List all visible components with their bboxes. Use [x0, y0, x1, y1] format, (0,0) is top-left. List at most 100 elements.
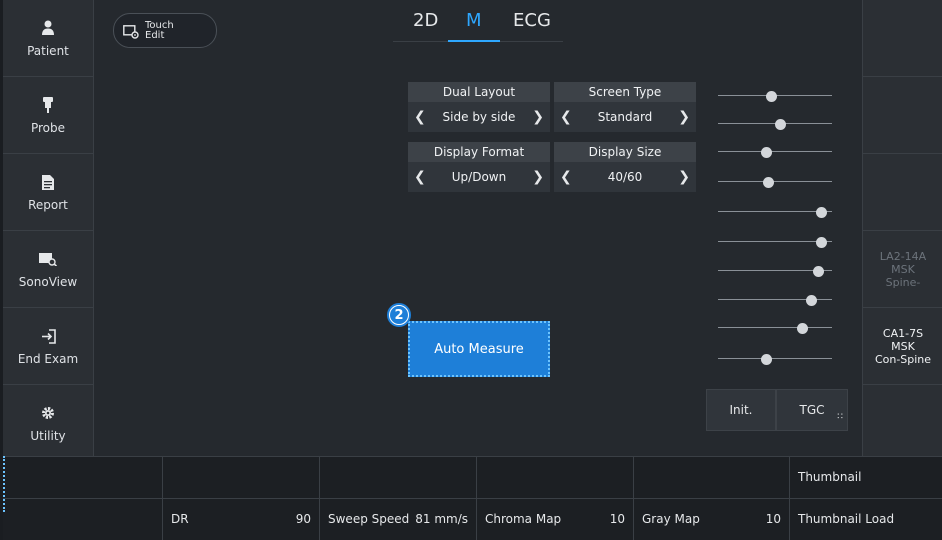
display-size-prev-button[interactable]: ❮ [560, 162, 572, 192]
init-button[interactable]: Init. [706, 389, 776, 431]
probe-preset-la2-14a[interactable]: LA2-14A MSK Spine- [863, 231, 942, 308]
exit-icon [38, 326, 58, 346]
sidebar-item-label: Patient [27, 44, 69, 58]
probe-name: LA2-14A [879, 249, 927, 263]
thumbnail-load-label: Thumbnail Load [798, 512, 895, 526]
touch-edit-button[interactable]: Touch Edit [113, 13, 217, 48]
chroma-map-label: Chroma Map [485, 512, 562, 526]
document-icon [38, 172, 58, 192]
slider-knob[interactable] [766, 91, 777, 102]
slider-track [718, 181, 832, 182]
slider-knob[interactable] [763, 177, 774, 188]
screen-type-next-button[interactable]: ❯ [678, 102, 690, 132]
right-slot-empty [863, 0, 942, 77]
image-search-icon [38, 249, 58, 269]
slider-knob[interactable] [775, 119, 786, 130]
bottom-empty-cell [3, 457, 163, 498]
mode-tabs: 2D M ECG [393, 10, 563, 42]
probe-application: MSK [891, 339, 915, 353]
bottom-empty-cell [320, 457, 477, 498]
gear-icon [38, 403, 58, 423]
display-format-title: Display Format [408, 142, 550, 162]
slider-track [718, 358, 832, 359]
slider-track [718, 327, 832, 328]
init-label: Init. [729, 403, 753, 417]
sweep-speed-value: 81 mm/s [415, 512, 468, 526]
sidebar-item-utility[interactable]: Utility [3, 385, 93, 461]
slider-knob[interactable] [797, 323, 808, 334]
tgc-label: TGC [799, 403, 825, 417]
tgc-slider-9[interactable] [718, 323, 832, 334]
screen-type-prev-button[interactable]: ❮ [560, 102, 572, 132]
dual-layout-title: Dual Layout [408, 82, 550, 102]
tgc-slider-6[interactable] [718, 237, 832, 248]
bottom-control-panel: Thumbnail DR 90 Sweep Speed 81 mm/s Chro… [3, 456, 942, 540]
step-number: 2 [390, 306, 408, 324]
tab-ecg[interactable]: ECG [513, 10, 551, 31]
tgc-slider-3[interactable] [718, 147, 832, 158]
display-format-next-button[interactable]: ❯ [532, 162, 544, 192]
sidebar-item-label: Report [28, 198, 68, 212]
dual-layout-next-button[interactable]: ❯ [532, 102, 544, 132]
sidebar-item-label: Probe [30, 121, 66, 135]
gray-map-control[interactable]: Gray Map 10 [634, 499, 790, 540]
step-number-badge: 2 [387, 303, 411, 327]
screen-type-value: Standard [597, 110, 653, 124]
right-slot-empty [863, 385, 942, 461]
gray-map-label: Gray Map [642, 512, 700, 526]
probe-preset-ca1-7s[interactable]: CA1-7S MSK Con-Spine [863, 308, 942, 385]
screen-type-title: Screen Type [554, 82, 696, 102]
probe-icon [38, 95, 58, 115]
slider-track [718, 211, 832, 212]
bottom-empty-cell [477, 457, 634, 498]
dr-label: DR [171, 512, 189, 526]
thumbnail-load-button[interactable]: Thumbnail Load [790, 499, 942, 540]
sidebar-item-report[interactable]: Report [3, 154, 93, 231]
tgc-slider-4[interactable] [718, 177, 832, 188]
sidebar-item-sonoview[interactable]: SonoView [3, 231, 93, 308]
display-size-next-button[interactable]: ❯ [678, 162, 690, 192]
display-format-prev-button[interactable]: ❮ [414, 162, 426, 192]
probe-preset: Spine- [885, 275, 921, 289]
screen-type-control: Screen Type ❮ Standard ❯ [554, 82, 696, 132]
thumbnail-label: Thumbnail [798, 470, 862, 484]
sidebar-item-end-exam[interactable]: End Exam [3, 308, 93, 385]
tgc-slider-5[interactable] [718, 207, 832, 218]
slider-knob[interactable] [806, 295, 817, 306]
tgc-slider-10[interactable] [718, 354, 832, 365]
tgc-button[interactable]: TGC ∷ [776, 389, 848, 431]
chroma-map-control[interactable]: Chroma Map 10 [477, 499, 634, 540]
touch-edit-line2: Edit [145, 29, 165, 41]
slider-knob[interactable] [816, 237, 827, 248]
sidebar-item-patient[interactable]: Patient [3, 0, 93, 77]
active-tab-indicator [448, 40, 500, 42]
dual-layout-value: Side by side [442, 110, 516, 124]
tgc-slider-2[interactable] [718, 119, 832, 130]
tab-2d[interactable]: 2D [413, 10, 438, 31]
tgc-slider-7[interactable] [718, 266, 832, 277]
tab-m[interactable]: M [466, 10, 482, 31]
auto-measure-button[interactable]: Auto Measure [408, 321, 550, 377]
slider-knob[interactable] [816, 207, 827, 218]
tgc-slider-1[interactable] [718, 91, 832, 102]
right-slot-empty [863, 77, 942, 154]
slider-track [718, 151, 832, 152]
probe-name: CA1-7S [882, 326, 924, 340]
probe-preset: Con-Spine [874, 352, 932, 366]
bottom-empty-cell [634, 457, 790, 498]
slider-knob[interactable] [761, 354, 772, 365]
thumbnail-button[interactable]: Thumbnail [790, 457, 942, 498]
chroma-map-value: 10 [609, 512, 625, 526]
left-sidebar: Patient Probe Report SonoView End Exam U… [3, 0, 94, 456]
tgc-slider-8[interactable] [718, 295, 832, 306]
slider-knob[interactable] [813, 266, 824, 277]
slider-knob[interactable] [761, 147, 772, 158]
sweep-speed-control[interactable]: Sweep Speed 81 mm/s [320, 499, 477, 540]
probe-application: MSK [891, 262, 915, 276]
display-size-title: Display Size [554, 142, 696, 162]
display-format-control: Display Format ❮ Up/Down ❯ [408, 142, 550, 192]
dual-layout-prev-button[interactable]: ❮ [414, 102, 426, 132]
sidebar-item-probe[interactable]: Probe [3, 77, 93, 154]
dr-control[interactable]: DR 90 [163, 499, 320, 540]
right-sidebar: LA2-14A MSK Spine- CA1-7S MSK Con-Spine [862, 0, 942, 456]
